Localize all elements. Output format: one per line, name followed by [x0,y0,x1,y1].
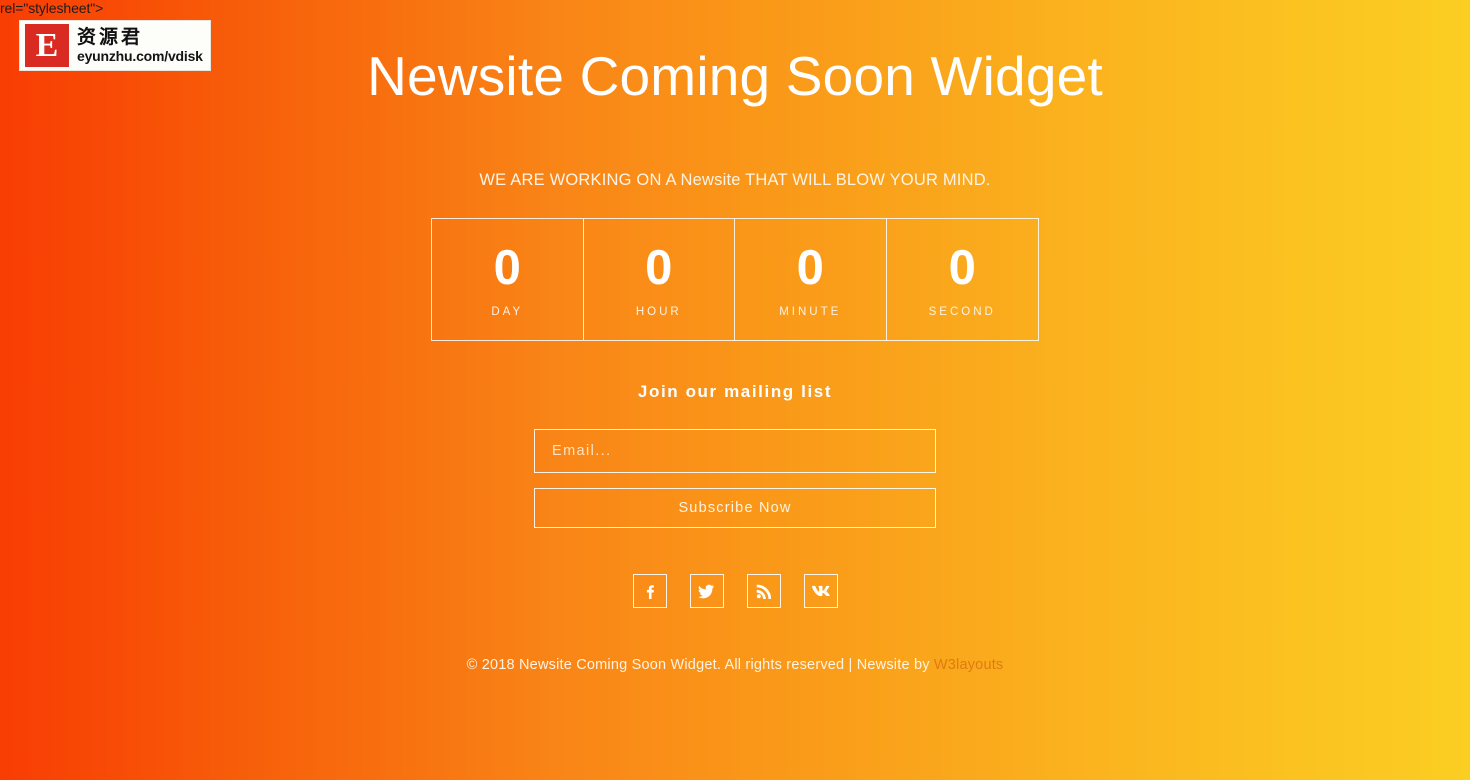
countdown-timer: 0 DAY 0 HOUR 0 MINUTE 0 SECOND [431,218,1039,341]
facebook-icon [642,583,658,599]
subscribe-button[interactable]: Subscribe Now [534,488,936,528]
countdown-hour-value: 0 [645,241,673,295]
social-link-twitter[interactable] [689,574,724,608]
countdown-second-value: 0 [948,241,976,295]
social-link-rss[interactable] [746,574,781,608]
social-link-facebook[interactable] [632,574,667,608]
footer-w3layouts-link[interactable]: W3layouts [934,657,1004,673]
countdown-minute-value: 0 [796,241,824,295]
twitter-icon [698,583,715,599]
countdown-hour-label: HOUR [635,306,682,318]
vk-icon [811,585,830,597]
hero-tagline: WE ARE WORKING ON A Newsite THAT WILL BL… [479,171,991,189]
email-input[interactable] [534,429,936,473]
footer: © 2018 Newsite Coming Soon Widget. All r… [467,655,1004,675]
countdown-unit-minute: 0 MINUTE [735,219,887,340]
footer-copyright-text: © 2018 Newsite Coming Soon Widget. All r… [466,657,934,673]
page-title: Newsite Coming Soon Widget [367,45,1103,107]
countdown-unit-hour: 0 HOUR [584,219,735,340]
countdown-unit-day: 0 DAY [432,219,584,340]
countdown-second-label: SECOND [928,306,996,318]
coming-soon-page: Newsite Coming Soon Widget WE ARE WORKIN… [0,0,1470,780]
social-link-vk[interactable] [803,574,838,608]
rss-icon [756,584,771,599]
countdown-day-value: 0 [493,241,521,295]
countdown-unit-second: 0 SECOND [887,219,1039,340]
mailing-list-heading: Join our mailing list [637,382,833,401]
countdown-minute-label: MINUTE [779,306,842,318]
countdown-day-label: DAY [491,306,524,318]
social-links [632,574,838,608]
